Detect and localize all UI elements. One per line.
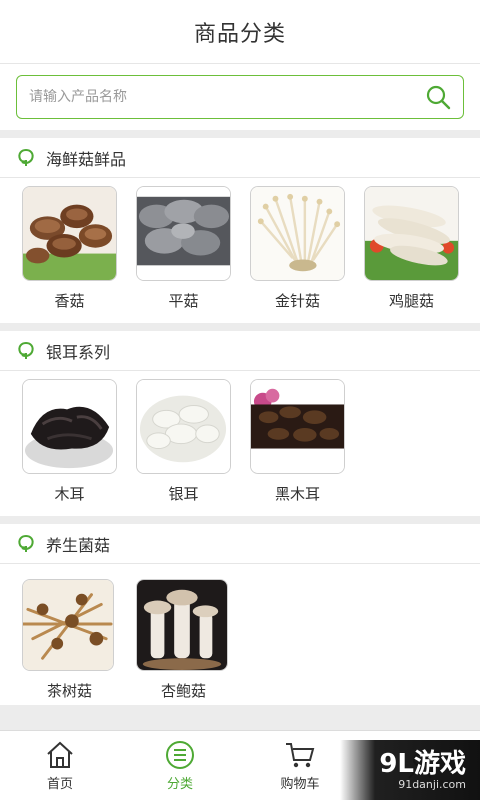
product-label: 金针菇: [274, 292, 320, 310]
product-grid: 木耳 银耳 黑木耳: [0, 371, 480, 516]
product-label: 木耳: [54, 485, 85, 503]
king-oyster-image[interactable]: [136, 579, 228, 671]
section-header: 养生菌菇: [0, 524, 480, 564]
product-item-shaggy-mane[interactable]: 鸡腿菇: [364, 186, 478, 323]
shaggy-mane-image[interactable]: [364, 186, 459, 281]
product-label: 银耳: [168, 485, 199, 503]
product-label: 杏鲍菇: [160, 682, 206, 700]
product-label: 香菇: [54, 292, 85, 310]
enoki-image[interactable]: [250, 186, 345, 281]
category-section: 银耳系列 木耳 银耳 黑木耳: [0, 331, 480, 516]
search-box[interactable]: [16, 75, 464, 119]
divider: [0, 516, 480, 524]
section-header: 银耳系列: [0, 331, 480, 371]
product-label: 鸡腿菇: [388, 292, 434, 310]
white-fungus-image[interactable]: [136, 379, 231, 474]
watermark-url: 91danji.com: [398, 777, 466, 791]
product-item-king-oyster[interactable]: 杏鲍菇: [136, 579, 250, 709]
wood-ear-image[interactable]: [22, 379, 117, 474]
divider: [0, 323, 480, 331]
product-label: 茶树菇: [46, 682, 92, 700]
home-icon: [45, 739, 75, 771]
product-item-oyster[interactable]: 平菇: [136, 186, 250, 323]
product-item-enoki[interactable]: 金针菇: [250, 186, 364, 323]
category-section: 海鲜菇鲜品 香菇 平菇 金针菇 鸡腿菇: [0, 138, 480, 323]
product-item-wood-ear[interactable]: 木耳: [22, 379, 136, 516]
tab-category[interactable]: 分类: [120, 731, 240, 800]
tea-tree-mushroom-image[interactable]: [22, 579, 114, 671]
product-label: 平菇: [168, 292, 199, 310]
section-title: 海鲜菇鲜品: [46, 149, 127, 169]
top-bar: 商品分类: [0, 0, 480, 64]
section-title: 养生菌菇: [46, 535, 111, 555]
search-area: [0, 64, 480, 130]
watermark-logo-text: 9L游戏: [379, 748, 466, 779]
shiitake-image[interactable]: [22, 186, 117, 281]
section-title: 银耳系列: [46, 342, 111, 362]
bottom-spacer: [0, 705, 480, 730]
tab-label: 分类: [166, 777, 193, 792]
tab-label: 首页: [46, 777, 73, 792]
oyster-mushroom-image[interactable]: [136, 186, 231, 281]
product-item-black-fungus[interactable]: 黑木耳: [250, 379, 364, 516]
category-list-icon: [165, 739, 195, 771]
product-grid: 茶树菇 杏鲍菇: [0, 564, 480, 709]
leaf-icon: [16, 341, 36, 361]
page-title: 商品分类: [193, 21, 286, 47]
search-input[interactable]: [29, 89, 425, 105]
black-fungus-image[interactable]: [250, 379, 345, 474]
cart-icon: [284, 739, 316, 771]
site-watermark: 9L游戏 91danji.com: [340, 740, 480, 800]
search-icon[interactable]: [425, 84, 451, 110]
divider: [0, 130, 480, 138]
leaf-icon: [16, 534, 36, 554]
product-item-shiitake[interactable]: 香菇: [22, 186, 136, 323]
product-item-white-fungus[interactable]: 银耳: [136, 379, 250, 516]
section-header: 海鲜菇鲜品: [0, 138, 480, 178]
leaf-icon: [16, 148, 36, 168]
product-item-tea-tree[interactable]: 茶树菇: [22, 579, 136, 709]
tab-label: 购物车: [280, 777, 320, 792]
category-section: 养生菌菇 茶树菇 杏鲍菇: [0, 524, 480, 709]
product-grid: 香菇 平菇 金针菇 鸡腿菇: [0, 178, 480, 323]
product-label: 黑木耳: [274, 485, 320, 503]
tab-home[interactable]: 首页: [0, 731, 120, 800]
